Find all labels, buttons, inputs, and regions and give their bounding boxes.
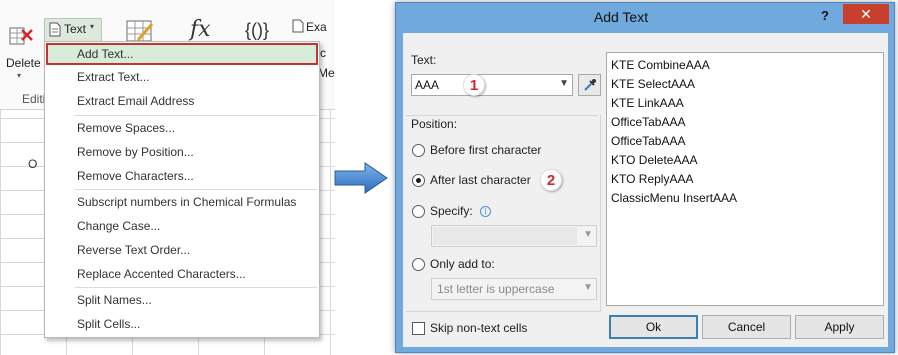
format-cells-icon[interactable] (126, 20, 154, 42)
position-group-border (600, 115, 601, 311)
radio-only-add[interactable] (412, 258, 425, 271)
position-group-bottom (406, 311, 601, 312)
help-button[interactable]: ? (817, 8, 833, 26)
chevron-down-icon: ▾ (90, 22, 95, 31)
text-label: Text: (411, 53, 437, 67)
extract-icon[interactable] (292, 19, 304, 33)
radio-after-last-label: After last character (430, 173, 531, 187)
position-label: Position: (411, 117, 458, 131)
list-item: ClassicMenu InsertAAA (611, 191, 738, 205)
list-item: OfficeTabAAA (611, 134, 686, 148)
preview-listbox[interactable]: KTE CombineAAA KTE SelectAAA KTE LinkAAA… (606, 52, 884, 306)
skip-non-text-label: Skip non-text cells (430, 321, 528, 335)
radio-before-first-label: Before first character (430, 143, 542, 157)
menu-separator (75, 189, 317, 190)
only-add-combobox: 1st letter is uppercase ▼ (431, 278, 597, 300)
menu-item-extract-email[interactable]: Extract Email Address (46, 90, 318, 112)
radio-only-add-label: Only add to: (430, 257, 495, 271)
ribbon-c-label: c (320, 46, 326, 60)
step-badge-2: 2 (540, 169, 562, 191)
brace-button[interactable]: {()} (245, 20, 269, 41)
specify-combobox: ▼ (431, 225, 597, 247)
only-add-combobox-value: 1st letter is uppercase (437, 282, 555, 296)
menu-separator (75, 115, 317, 116)
apply-button[interactable]: Apply (795, 315, 884, 339)
text-dropdown-menu: Add Text... Extract Text... Extract Emai… (44, 41, 320, 338)
menu-item-replace-accented[interactable]: Replace Accented Characters... (46, 263, 318, 285)
radio-before-first[interactable] (412, 144, 425, 157)
extract-button-label: Exa (306, 20, 327, 34)
chevron-down-icon: ▼ (583, 282, 593, 293)
menu-item-remove-by-position[interactable]: Remove by Position... (46, 141, 318, 163)
formula-button[interactable]: fx (190, 17, 211, 42)
chevron-down-icon: ▼ (583, 229, 593, 240)
text-combobox-value: AAA (415, 78, 440, 92)
chevron-down-icon[interactable]: ▼ (559, 78, 569, 89)
close-button[interactable]: ✕ (843, 4, 889, 24)
list-item: OfficeTabAAA (611, 115, 686, 129)
list-item: KTO DeleteAAA (611, 153, 698, 167)
text-combobox[interactable]: AAA ▼ (411, 74, 573, 96)
delete-icon[interactable] (8, 22, 34, 48)
list-item: KTE CombineAAA (611, 58, 710, 72)
radio-specify[interactable] (412, 205, 425, 218)
list-item: KTO ReplyAAA (611, 172, 694, 186)
menu-item-split-names[interactable]: Split Names... (46, 289, 318, 311)
dialog-body: Text: AAA ▼ 1 Position: Before first cha… (403, 33, 888, 347)
cell-text: O (28, 157, 38, 171)
editing-group-label: Editi (22, 92, 46, 106)
excel-window: Delete ▾ Editi Text ▾ fx {()} Exa c Me O… (0, 0, 335, 355)
radio-after-last[interactable] (412, 174, 425, 187)
add-text-dialog: Add Text ? ✕ Text: AAA ▼ 1 Position: Bef… (395, 2, 895, 353)
radio-specify-label: Specify: (430, 204, 473, 218)
eyedropper-button[interactable] (578, 74, 601, 96)
document-icon (49, 22, 61, 37)
menu-item-add-text[interactable]: Add Text... (46, 43, 318, 65)
delete-button[interactable]: Delete (6, 56, 41, 70)
step-badge-1: 1 (463, 74, 485, 96)
info-icon[interactable]: i (480, 206, 491, 217)
menu-separator (75, 287, 317, 288)
menu-item-reverse-text-order[interactable]: Reverse Text Order... (46, 239, 318, 261)
chevron-down-icon[interactable]: ▾ (17, 71, 21, 80)
ok-button[interactable]: Ok (609, 315, 698, 339)
eyedropper-icon (583, 78, 597, 95)
list-item: KTE SelectAAA (611, 77, 696, 91)
menu-item-subscript-numbers[interactable]: Subscript numbers in Chemical Formulas (46, 191, 318, 213)
menu-item-remove-spaces[interactable]: Remove Spaces... (46, 117, 318, 139)
menu-item-extract-text[interactable]: Extract Text... (46, 66, 318, 88)
text-menu-label: Text (64, 22, 87, 36)
ribbon-me-label: Me (318, 66, 335, 80)
position-divider (406, 115, 598, 116)
specify-combobox-field (433, 227, 577, 245)
list-item: KTE LinkAAA (611, 96, 684, 110)
dialog-title: Add Text (593, 9, 649, 25)
dialog-titlebar[interactable]: Add Text ? ✕ (396, 3, 894, 33)
menu-item-change-case[interactable]: Change Case... (46, 215, 318, 237)
skip-non-text-checkbox[interactable] (412, 322, 425, 335)
menu-item-split-cells[interactable]: Split Cells... (46, 313, 318, 335)
arrow-right-icon (333, 161, 389, 198)
menu-item-remove-characters[interactable]: Remove Characters... (46, 165, 318, 187)
cancel-button[interactable]: Cancel (702, 315, 791, 339)
